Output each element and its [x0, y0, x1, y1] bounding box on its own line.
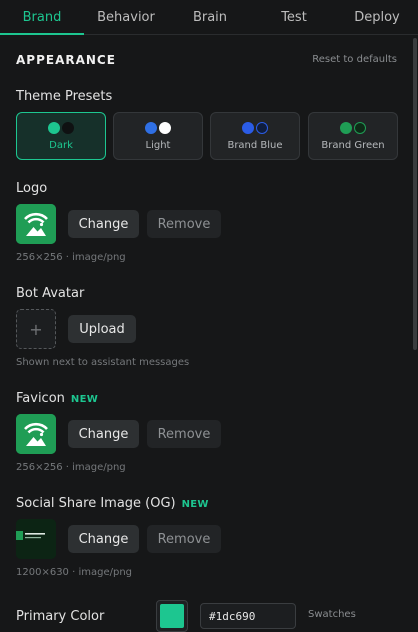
preset-name: Dark: [49, 139, 73, 151]
og-preview-image-icon: [16, 519, 56, 559]
tab-brand[interactable]: Brand: [0, 0, 84, 35]
swatch-dot: [159, 121, 171, 134]
bot-avatar-placeholder[interactable]: +: [16, 309, 56, 349]
swatch-fill: [160, 604, 184, 628]
og-image-label-text: Social Share Image (OG): [16, 496, 176, 511]
bot-avatar-label: Bot Avatar: [16, 286, 85, 301]
tab-bar: Brand Behavior Brain Test Deploy: [0, 0, 418, 35]
primary-color-label: Primary Color: [16, 609, 105, 624]
favicon-meta: 256×256 · image/png: [16, 462, 126, 473]
favicon-label-text: Favicon: [16, 391, 65, 406]
bot-avatar-hint: Shown next to assistant messages: [16, 357, 190, 368]
swatch-dot: [62, 121, 74, 134]
logo-thumbnail: [16, 204, 56, 244]
favicon-remove-button[interactable]: Remove: [147, 420, 221, 448]
swatch-dot: [354, 121, 366, 134]
og-image-remove-button[interactable]: Remove: [147, 525, 221, 553]
bot-avatar-upload-button[interactable]: Upload: [68, 315, 136, 343]
logo-image-icon: [16, 204, 56, 244]
preset-swatch-dots: [242, 121, 268, 134]
preset-light[interactable]: Light: [113, 112, 203, 160]
tab-test[interactable]: Test: [252, 0, 336, 34]
preset-dark[interactable]: Dark: [16, 112, 106, 160]
swatch-dot: [145, 121, 157, 134]
swatch-dot: [48, 121, 60, 134]
preset-swatch-dots: [340, 121, 366, 134]
primary-color-swatch[interactable]: [156, 600, 188, 632]
tab-brain[interactable]: Brain: [168, 0, 252, 34]
preset-name: Light: [145, 139, 171, 151]
logo-label: Logo: [16, 181, 48, 196]
preset-swatch-dots: [48, 121, 74, 134]
theme-presets-label: Theme Presets: [16, 89, 113, 104]
swatches-link[interactable]: Swatches: [308, 609, 356, 620]
og-image-change-button[interactable]: Change: [68, 525, 139, 553]
swatch-dot: [242, 121, 254, 134]
section-title: APPEARANCE: [16, 53, 116, 67]
preset-name: Brand Green: [321, 139, 385, 151]
preset-name: Brand Blue: [227, 139, 283, 151]
tab-deploy[interactable]: Deploy: [336, 0, 418, 34]
og-image-label: Social Share Image (OG) NEW: [16, 496, 209, 511]
favicon-change-button[interactable]: Change: [68, 420, 139, 448]
favicon-thumbnail: [16, 414, 56, 454]
logo-meta: 256×256 · image/png: [16, 252, 126, 263]
favicon-label: Favicon NEW: [16, 391, 98, 406]
preset-brand-blue[interactable]: Brand Blue: [210, 112, 300, 160]
tab-behavior[interactable]: Behavior: [84, 0, 168, 34]
scrollbar-thumb[interactable]: [413, 38, 417, 350]
og-image-thumbnail: [16, 519, 56, 559]
swatch-dot: [256, 121, 268, 134]
swatch-dot: [340, 121, 352, 134]
preset-brand-green[interactable]: Brand Green: [308, 112, 398, 160]
new-badge: NEW: [181, 499, 209, 510]
logo-remove-button[interactable]: Remove: [147, 210, 221, 238]
new-badge: NEW: [70, 394, 99, 405]
preset-swatch-dots: [145, 121, 171, 134]
reset-to-defaults-link[interactable]: Reset to defaults: [312, 54, 397, 65]
primary-color-hex-input[interactable]: [200, 603, 296, 629]
favicon-image-icon: [16, 414, 56, 454]
plus-icon: +: [29, 319, 43, 339]
og-image-meta: 1200×630 · image/png: [16, 567, 133, 578]
logo-change-button[interactable]: Change: [68, 210, 139, 238]
